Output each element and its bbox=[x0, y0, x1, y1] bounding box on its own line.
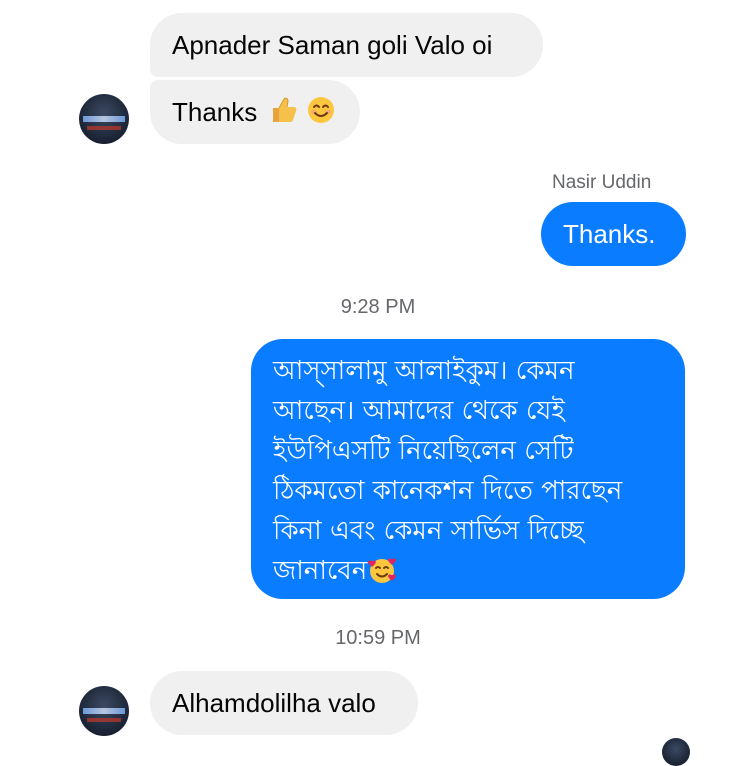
message-line: কিনা এবং কেমন সার্ভিস দিচ্ছে bbox=[273, 516, 584, 546]
message-timestamp: 10:59 PM bbox=[335, 627, 421, 649]
incoming-message-bubble[interactable]: Thanks bbox=[150, 80, 360, 144]
message-text: Apnader Saman goli Valo oi bbox=[172, 30, 493, 60]
sender-name: Nasir Uddin bbox=[552, 172, 652, 193]
message-line: জানাবেন bbox=[273, 556, 368, 586]
message-line: ইউপিএসটি নিয়েছিলেন সেটি bbox=[273, 436, 574, 466]
message-timestamp: 9:28 PM bbox=[340, 296, 416, 318]
incoming-message-bubble[interactable]: Apnader Saman goli Valo oi bbox=[150, 13, 543, 77]
outgoing-message-bubble[interactable]: আস্সালামু আলাইকুম। কেমন আছেন। আমাদের থেক… bbox=[251, 339, 685, 599]
message-text: Thanks. bbox=[563, 219, 656, 249]
contact-avatar[interactable] bbox=[79, 686, 129, 736]
message-line: আস্সালামু আলাইকুম। কেমন bbox=[273, 356, 575, 386]
message-text: Alhamdolilha valo bbox=[172, 688, 376, 718]
thumbs-up-emoji-icon bbox=[272, 97, 296, 122]
outgoing-message-bubble[interactable]: Thanks. bbox=[541, 202, 686, 266]
contact-avatar[interactable] bbox=[79, 94, 129, 144]
message-text: Thanks bbox=[172, 97, 258, 127]
read-receipt-avatar bbox=[662, 738, 690, 766]
incoming-message-bubble[interactable]: Alhamdolilha valo bbox=[150, 671, 418, 735]
smiling-face-emoji-icon bbox=[307, 97, 334, 123]
message-line: ঠিকমতো কানেকশন দিতে পারছেন bbox=[273, 476, 623, 506]
message-line: আছেন। আমাদের থেকে যেই bbox=[273, 396, 565, 426]
smiling-face-with-hearts-emoji-icon bbox=[368, 558, 397, 583]
